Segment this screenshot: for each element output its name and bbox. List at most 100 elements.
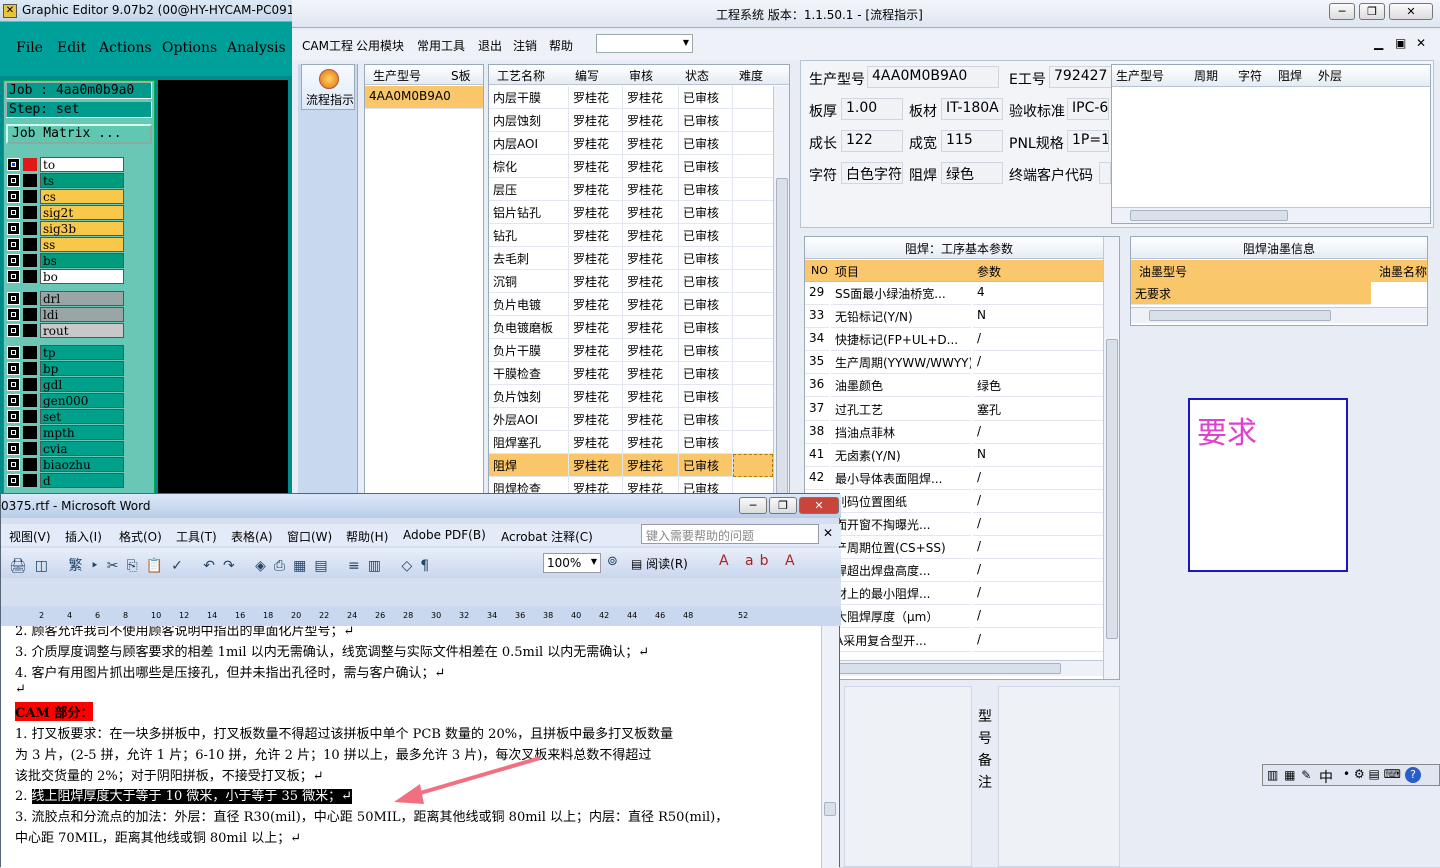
process-cell-difficulty[interactable]	[733, 385, 773, 408]
process-cell-difficulty[interactable]	[733, 132, 773, 155]
process-cell[interactable]: 罗桂花	[569, 362, 623, 385]
job-matrix-button[interactable]: Job Matrix ...	[6, 124, 152, 144]
param-cell[interactable]: 最小导体表面阻焊...	[831, 467, 971, 490]
layer-color-swatch[interactable]	[23, 308, 37, 321]
mdi-close[interactable]: ✕	[1416, 36, 1426, 50]
layer-color-swatch[interactable]	[23, 190, 37, 203]
process-cell[interactable]: 负片电镀	[489, 293, 569, 316]
col-hist-char[interactable]: 字符	[1238, 67, 1262, 84]
menu-actions[interactable]: Actions	[99, 40, 152, 56]
layer-color-swatch[interactable]	[23, 158, 37, 171]
process-cell[interactable]: 罗桂花	[623, 224, 679, 247]
param-cell[interactable]: 油墨颜色	[831, 374, 971, 398]
menu-analysis[interactable]: Analysis	[227, 40, 286, 56]
layer-row[interactable]: ts	[6, 173, 124, 188]
process-cell[interactable]: 已审核	[679, 178, 733, 201]
layer-row[interactable]: bo	[6, 269, 124, 284]
param-cell[interactable]: 别码位置图纸	[831, 490, 971, 513]
word-close-button[interactable]: ✕	[799, 497, 839, 514]
menu-common[interactable]: 公用模块	[356, 37, 404, 54]
process-cell[interactable]: 已审核	[679, 362, 733, 385]
material-field[interactable]: IT-180A	[941, 98, 1003, 120]
process-cell[interactable]: 罗桂花	[623, 339, 679, 362]
layer-name[interactable]: rout	[40, 323, 124, 338]
layer-checkbox[interactable]	[7, 426, 20, 439]
col-process[interactable]: 工艺名称	[497, 67, 545, 84]
process-cell-difficulty[interactable]	[733, 178, 773, 201]
layer-color-swatch[interactable]	[23, 426, 37, 439]
thickness-field[interactable]: 1.00	[841, 98, 903, 120]
model-row[interactable]: 4AA0M0B9A0	[365, 86, 483, 109]
param-cell[interactable]: 过孔工艺	[831, 398, 971, 421]
menu-help[interactable]: 帮助(H)	[346, 528, 388, 545]
layer-row[interactable]: biaozhu	[6, 457, 124, 472]
menu-options[interactable]: Options	[162, 40, 217, 56]
process-cell[interactable]: 罗桂花	[569, 408, 623, 431]
process-cell[interactable]: 已审核	[679, 86, 733, 109]
param-cell[interactable]: 36	[805, 374, 829, 398]
layer-color-swatch[interactable]	[23, 346, 37, 359]
mdi-minimize[interactable]: ▁	[1374, 36, 1383, 50]
process-cell[interactable]: 罗桂花	[569, 201, 623, 224]
process-cell[interactable]: 罗桂花	[569, 155, 623, 178]
layer-color-swatch[interactable]	[23, 442, 37, 455]
process-cell[interactable]: 内层干膜	[489, 86, 569, 109]
ime-tools-icon[interactable]: • ⚙ ▤ ⌨	[1343, 767, 1401, 781]
document-body[interactable]: 2. 顾客允许我司不使用顾客说明中指出的单面化片型号；↵ 3. 介质厚度调整与顾客…	[1, 626, 821, 868]
menu-dropdown[interactable]: ▼	[596, 34, 693, 53]
process-cell[interactable]: 罗桂花	[569, 385, 623, 408]
process-cell-difficulty[interactable]	[733, 454, 773, 477]
param-cell[interactable]: /	[973, 351, 1103, 375]
ink-row[interactable]: 无要求	[1131, 282, 1371, 305]
layer-checkbox[interactable]	[7, 206, 20, 219]
layer-row[interactable]: ldi	[6, 307, 124, 322]
layer-color-swatch[interactable]	[23, 458, 37, 471]
layer-color-swatch[interactable]	[23, 474, 37, 487]
process-cell-difficulty[interactable]	[733, 362, 773, 385]
param-cell[interactable]: 38	[805, 421, 829, 444]
layer-color-swatch[interactable]	[23, 206, 37, 219]
process-cell-difficulty[interactable]	[733, 270, 773, 293]
param-cell[interactable]: 35	[805, 351, 829, 375]
length-field[interactable]: 122	[841, 130, 903, 152]
process-cell[interactable]: 已审核	[679, 247, 733, 270]
layer-row[interactable]: to	[6, 157, 124, 172]
param-cell[interactable]: 4	[973, 282, 1103, 305]
param-cell[interactable]: 41	[805, 444, 829, 467]
process-cell[interactable]: 内层蚀刻	[489, 109, 569, 132]
process-cell[interactable]: 沉铜	[489, 270, 569, 293]
process-cell[interactable]: 已审核	[679, 431, 733, 454]
param-cell[interactable]: 材上的最小阻焊...	[831, 582, 971, 606]
process-cell[interactable]: 罗桂花	[569, 247, 623, 270]
ink-hscroll[interactable]	[1131, 307, 1427, 323]
mask-field[interactable]: 绿色	[941, 162, 1003, 184]
process-cell[interactable]: 罗桂花	[569, 339, 623, 362]
param-cell[interactable]: 生产周期(YYWW/WWYY)	[831, 351, 971, 375]
col-ink-name[interactable]: 油墨名称	[1379, 263, 1427, 280]
word-minimize-button[interactable]: ─	[739, 497, 767, 514]
process-cell-difficulty[interactable]	[733, 201, 773, 224]
close-doc-icon[interactable]: ✕	[823, 526, 833, 540]
zoom-select[interactable]: 100% ▼	[543, 553, 601, 573]
layer-row[interactable]: bp	[6, 361, 124, 376]
process-cell[interactable]: 已审核	[679, 293, 733, 316]
help-icon[interactable]: ?	[1405, 767, 1421, 783]
word-vscroll[interactable]	[821, 626, 839, 868]
mdi-restore[interactable]: ▣	[1395, 36, 1406, 50]
help-search-input[interactable]: 键入需要帮助的问题	[641, 524, 819, 544]
param-cell[interactable]: /	[973, 629, 1103, 652]
col-hist-mask[interactable]: 阻焊	[1278, 67, 1302, 84]
process-cell[interactable]: 已审核	[679, 408, 733, 431]
layer-checkbox[interactable]	[7, 378, 20, 391]
layer-checkbox[interactable]	[7, 474, 20, 487]
layer-name[interactable]: sig2t	[40, 205, 124, 220]
model-field[interactable]: 4AA0M0B9A0	[867, 66, 999, 88]
process-cell[interactable]: 罗桂花	[569, 109, 623, 132]
layer-name[interactable]: gen000	[40, 393, 124, 408]
param-cell[interactable]: /	[973, 328, 1103, 352]
layer-checkbox[interactable]	[7, 458, 20, 471]
col-item[interactable]: 项目	[835, 263, 859, 280]
menu-logout[interactable]: 注销	[513, 37, 537, 54]
model-note-field[interactable]	[998, 686, 1120, 867]
process-cell[interactable]: 罗桂花	[623, 454, 679, 477]
